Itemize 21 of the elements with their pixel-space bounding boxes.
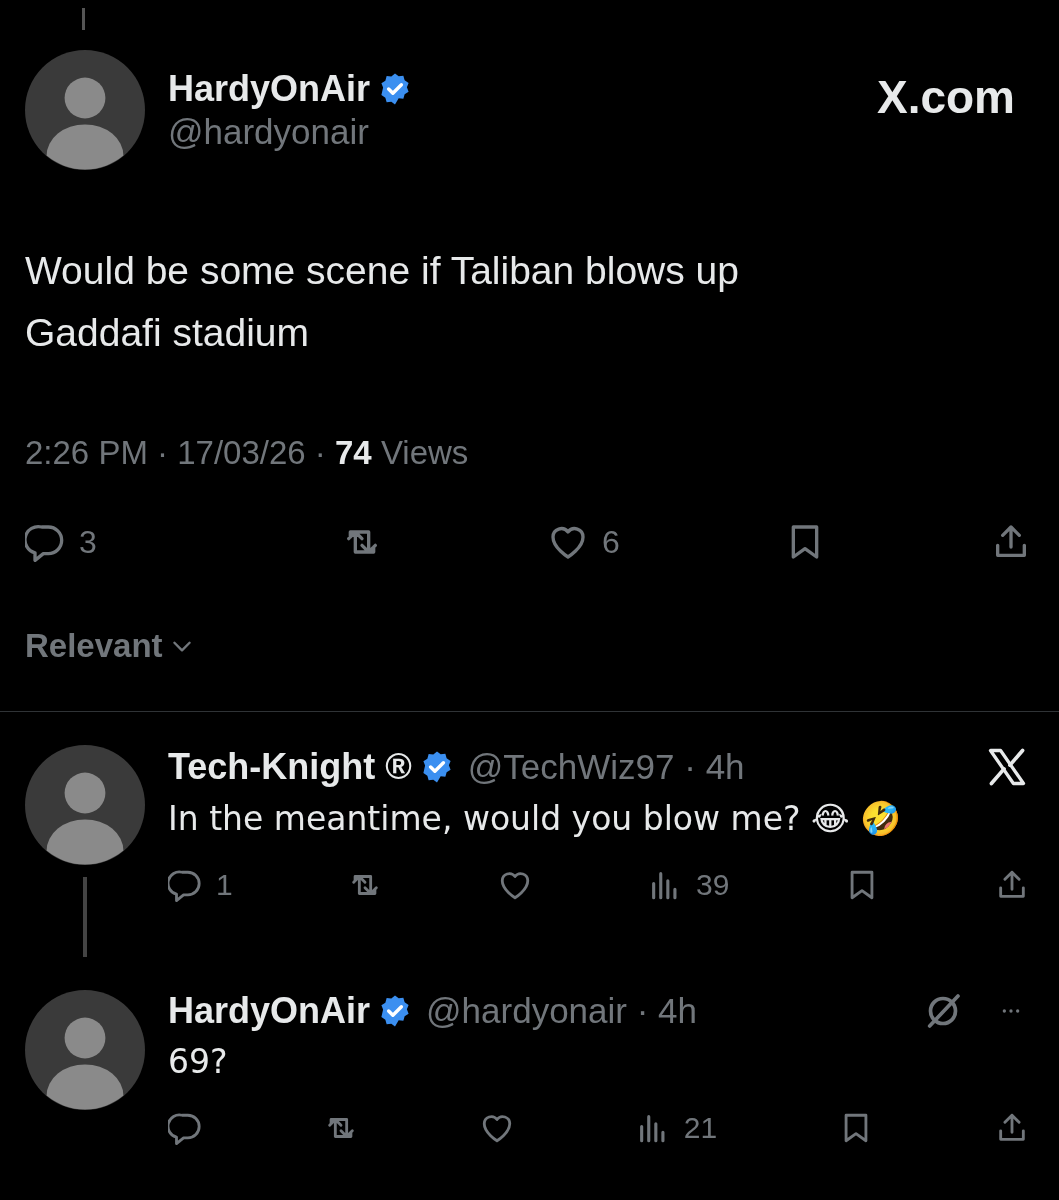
reply-button[interactable]: 3 bbox=[25, 522, 97, 562]
post-meta: 2:26 PM · 17/03/26 · 74 Views bbox=[25, 434, 470, 472]
reply-text: 69? bbox=[168, 1042, 229, 1081]
reply-button[interactable] bbox=[168, 1111, 202, 1145]
reply-text: In the meantime, would you blow me? 😂 🤣 bbox=[168, 799, 903, 838]
author-handle: @hardyonair · 4h bbox=[426, 991, 697, 1031]
reply-icon bbox=[25, 522, 65, 562]
sort-dropdown[interactable]: Relevant bbox=[25, 627, 195, 665]
author-name: Tech-Knight ® bbox=[168, 746, 412, 788]
bar-chart-button[interactable]: 21 bbox=[635, 1111, 718, 1145]
author-handle: @TechWiz97 · 4h bbox=[467, 747, 745, 787]
site-logo: X.com bbox=[876, 70, 1015, 124]
bar-chart-button[interactable]: 39 bbox=[648, 868, 730, 902]
author-name: HardyOnAir bbox=[168, 990, 371, 1032]
reply-icon bbox=[168, 868, 202, 902]
author-handle: @hardyonair bbox=[168, 112, 370, 152]
reply-icon bbox=[168, 1111, 202, 1145]
heart-button[interactable]: 6 bbox=[548, 522, 620, 562]
reply-button[interactable]: 1 bbox=[168, 868, 233, 902]
post-text: Would be some scene if Taliban blows up Gaddafi stadium bbox=[25, 248, 740, 356]
author-name: HardyOnAir bbox=[168, 68, 371, 110]
